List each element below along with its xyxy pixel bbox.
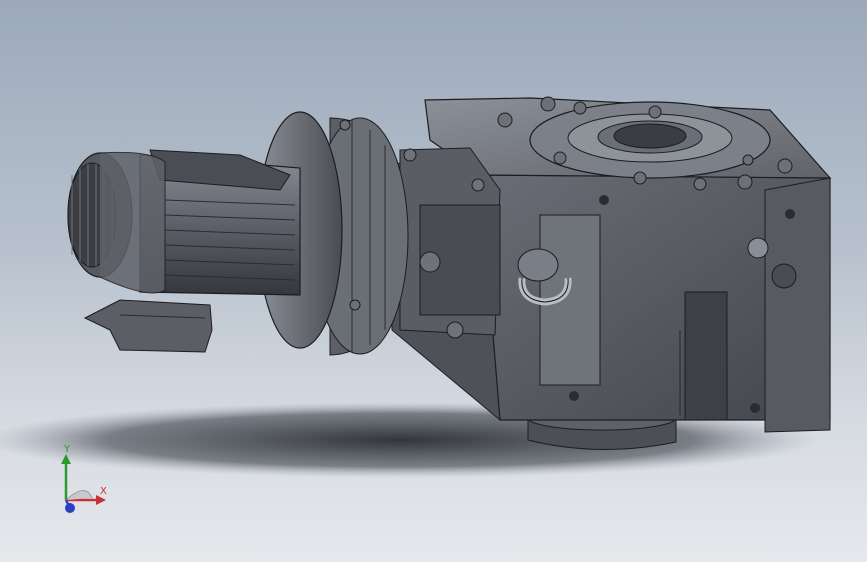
- coupling-housing: [399, 147, 501, 339]
- gear-motor-model[interactable]: [0, 0, 867, 562]
- triad-x-label: X: [100, 486, 107, 497]
- triad-axes: [61, 454, 106, 513]
- graphics-viewport[interactable]: Y X: [0, 0, 867, 562]
- electric-motor: [67, 149, 301, 353]
- triad-y-label: Y: [64, 444, 71, 455]
- flange-bolt: [349, 299, 361, 311]
- flange-bolt: [339, 119, 351, 131]
- coordinate-triad: Y X: [48, 440, 118, 520]
